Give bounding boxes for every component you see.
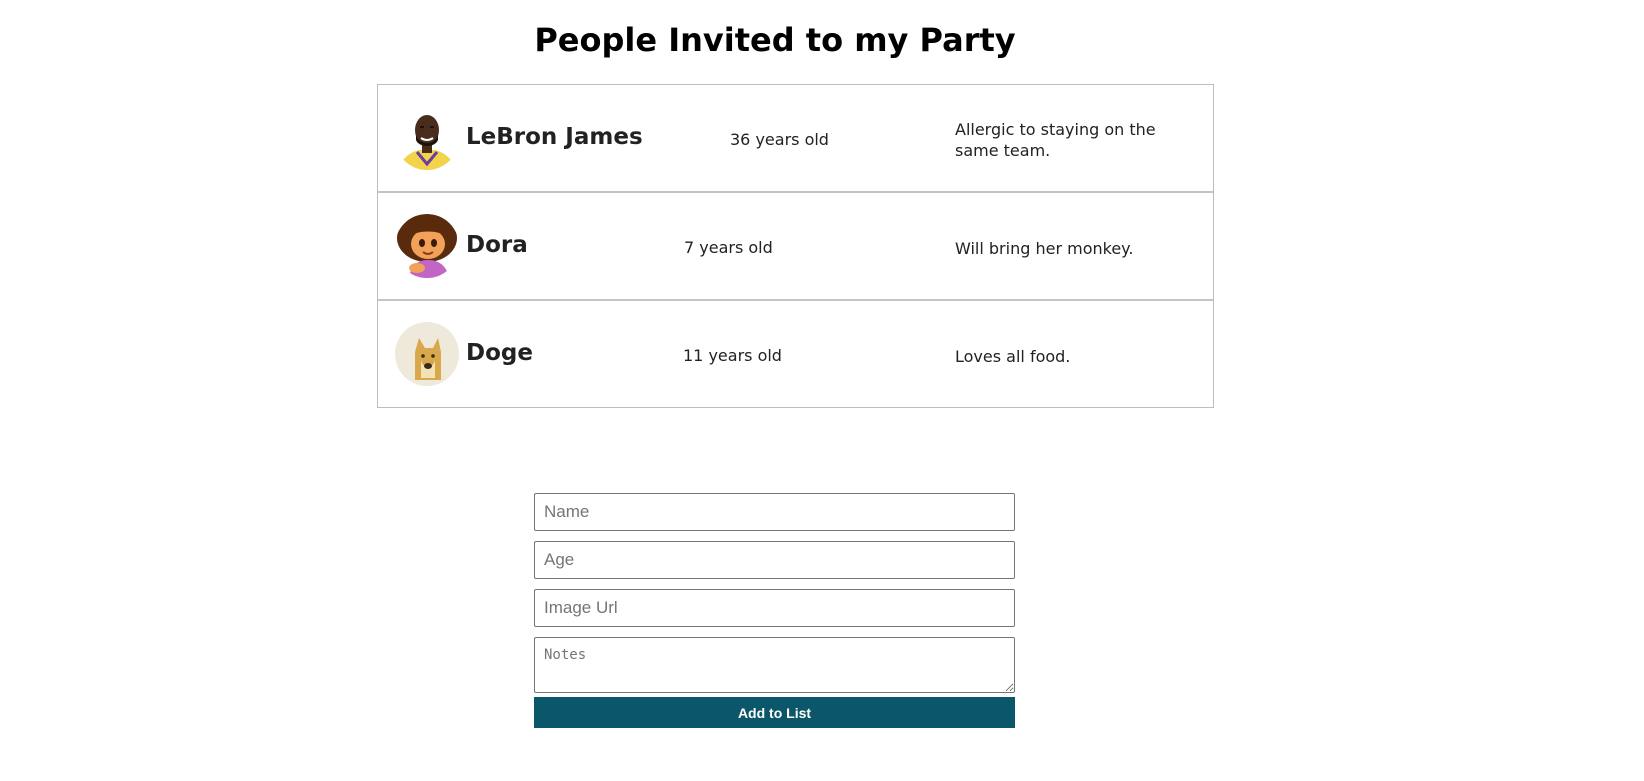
name-input[interactable]: [534, 493, 1015, 531]
image-url-input[interactable]: [534, 589, 1015, 627]
guest-list: LeBron James 36 years old Allergic to st…: [377, 84, 1214, 408]
doge-avatar: [395, 322, 459, 386]
notes-textarea[interactable]: [534, 637, 1015, 693]
dora-avatar: [395, 214, 459, 278]
list-item: LeBron James 36 years old Allergic to st…: [378, 85, 1213, 193]
guest-name: Dora: [466, 232, 528, 258]
add-guest-form: Add to List: [534, 493, 1015, 728]
guest-name: LeBron James: [466, 124, 643, 150]
age-input[interactable]: [534, 541, 1015, 579]
add-to-list-button[interactable]: Add to List: [534, 697, 1015, 728]
guest-age: 36 years old: [730, 130, 829, 149]
guest-note: Allergic to staying on the same team.: [955, 120, 1156, 160]
guest-age: 11 years old: [683, 346, 782, 365]
guest-age: 7 years old: [684, 238, 773, 257]
guest-name: Doge: [466, 340, 533, 366]
lebron-avatar: [395, 106, 459, 170]
page-title: People Invited to my Party: [534, 21, 1016, 59]
guest-note: Loves all food.: [955, 347, 1071, 366]
list-item: Doge 11 years old Loves all food.: [378, 301, 1213, 407]
guest-note: Will bring her monkey.: [955, 239, 1134, 258]
list-item: Dora 7 years old Will bring her monkey.: [378, 193, 1213, 301]
